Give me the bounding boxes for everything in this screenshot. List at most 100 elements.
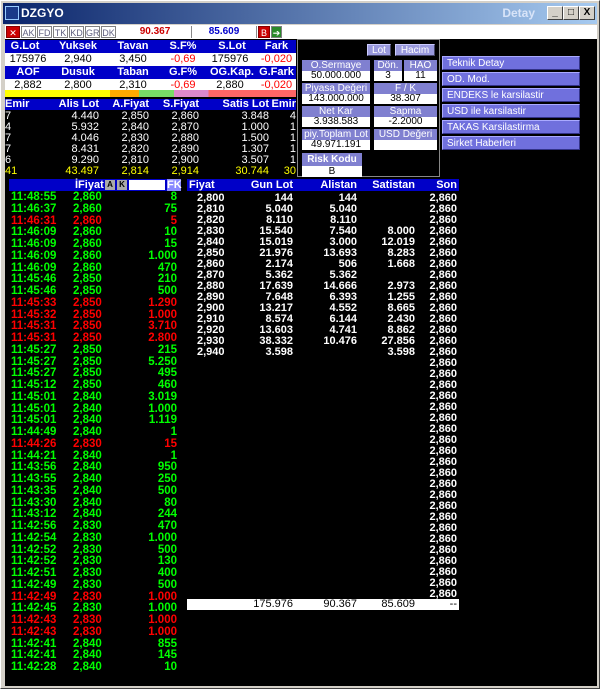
trade-price: 2,830 (73, 520, 102, 532)
trade-lot: 855 (157, 637, 177, 650)
trade-time: 11:42:52 (11, 555, 57, 568)
menu-item[interactable]: ENDEKS le karsilastir (442, 88, 580, 102)
trade-lot: 145 (157, 649, 177, 662)
trade-lot: 5 (170, 214, 177, 227)
son-row: 2,860 (187, 534, 459, 545)
tab-tk[interactable]: TK (53, 26, 68, 38)
tab-ak[interactable]: AK (21, 26, 36, 38)
close-icon[interactable]: ✕ (6, 26, 20, 38)
lot-button[interactable]: Lot (367, 44, 391, 56)
depth-col-satislot: Satis Lot (222, 98, 269, 110)
tab-kd[interactable]: KD (69, 26, 84, 38)
maximize-button[interactable]: □ (563, 6, 579, 20)
trade-row: 11:44:49 2,840 1 (9, 426, 181, 438)
b-button[interactable]: B (258, 26, 270, 38)
trade-lot: 1.290 (148, 296, 177, 309)
tab-fd[interactable]: FD (37, 26, 52, 38)
value-tavan: 3,450 (119, 53, 147, 65)
summary-row-1: 175976 2,940 3,450 -0,69 175976 -0,020 (5, 53, 296, 66)
label-dusuk: Dusuk (61, 66, 95, 78)
trade-time: 11:46:09 (11, 226, 57, 239)
trade-price: 2,860 (73, 226, 102, 239)
trade-lot: 495 (157, 367, 177, 380)
price-range-bar (5, 90, 296, 97)
close-button[interactable]: X (579, 6, 595, 20)
depth-header: Emir Alis Lot A.Fiyat S.Fiyat Satis Lot … (5, 99, 296, 110)
son-row: 2,860 (187, 215, 459, 226)
menu-item[interactable]: USD ile karsilastir (442, 104, 580, 118)
trade-price: 2,830 (73, 437, 102, 450)
minimize-button[interactable]: _ (547, 6, 563, 20)
label-slot: S.Lot (218, 40, 246, 52)
a-button[interactable]: A (105, 180, 115, 190)
trade-row: 11:46:09 2,860 15 (9, 238, 181, 250)
son-row: 2,860 (187, 237, 459, 248)
trade-time: 11:45:01 (11, 402, 57, 415)
trade-row: 11:42:45 2,830 1.000 (9, 602, 181, 614)
title-bar[interactable]: DZGYO Detay _ □ X (3, 3, 597, 24)
son-row: 2,860 (187, 435, 459, 446)
trade-lot: 8 (170, 191, 177, 203)
price-levels-table: Fiyat Gun Lot Alistan Satistan Son 2,800… (187, 177, 459, 686)
fk-button[interactable]: FK (167, 179, 182, 191)
trade-time: 11:45:33 (11, 296, 57, 309)
trade-price: 2,860 (73, 191, 102, 203)
stats-panel: Lot Hacim O.Sermaye 50.000.000 Dön. 3 HA… (297, 39, 440, 177)
son-row: 2,860 (187, 204, 459, 215)
trade-lot: 210 (157, 273, 177, 286)
trade-price: 2,830 (73, 531, 102, 544)
summary-header-2: AOF Dusuk Taban G.F% OG.Kap. G.Fark (5, 66, 296, 79)
trade-lot: 470 (157, 261, 177, 274)
trade-price: 2,850 (73, 367, 102, 380)
trade-lot: 500 (157, 543, 177, 556)
trade-time: 11:42:41 (11, 637, 57, 650)
depth-cell: 2,914 (171, 165, 199, 177)
menu-item[interactable]: Teknik Detay (442, 56, 580, 70)
trade-lot: 10 (164, 661, 177, 673)
trade-time: 11:42:52 (11, 543, 57, 556)
trade-time: 11:43:56 (11, 461, 57, 474)
trade-row: 11:42:28 2,840 10 (9, 661, 181, 673)
tab-dk[interactable]: DK (101, 26, 116, 38)
arrow-right-icon[interactable]: ➔ (271, 26, 282, 38)
don-value: 3 (374, 71, 402, 81)
menu-item[interactable]: OD. Mod. (442, 72, 580, 86)
menu-item[interactable]: Sirket Haberleri (442, 136, 580, 150)
hao-value: 11 (404, 71, 437, 81)
trade-lot: 1.000 (148, 614, 177, 626)
trade-time: 11:46:37 (11, 202, 57, 215)
son-row: 2,860 (187, 501, 459, 512)
trade-row: 11:45:33 2,850 1.290 (9, 296, 181, 309)
window-title: DZGYO (21, 6, 64, 20)
tab-gr[interactable]: GR (85, 26, 100, 38)
trade-time: 11:43:35 (11, 484, 57, 497)
trade-row: 11:44:26 2,830 15 (9, 437, 181, 450)
app-window: DZGYO Detay _ □ X ✕ AK FD TK KD GR DK 90… (0, 0, 600, 689)
trade-time: 11:46:31 (11, 214, 57, 227)
trade-price: 2,840 (73, 496, 102, 509)
trades-filter-input[interactable] (129, 180, 165, 190)
satis-total: 85.609 (191, 26, 257, 38)
son-row: 2,860 (187, 402, 459, 413)
trade-row: 11:45:27 2,850 495 (9, 367, 181, 380)
prices-header: Fiyat Gun Lot Alistan Satistan Son (187, 179, 459, 191)
hacim-button[interactable]: Hacim (395, 44, 435, 56)
trade-lot: 460 (157, 379, 177, 391)
fk-value: 38.307 (374, 94, 437, 104)
trade-time: 11:42:49 (11, 590, 57, 603)
depth-col-emir: Emir (5, 98, 30, 110)
trade-lot: 244 (157, 508, 177, 521)
trade-lot: 215 (157, 343, 177, 356)
total-satistan: 85.609 (381, 598, 415, 610)
trade-time: 11:42:56 (11, 520, 57, 532)
main-content: ✕ AK FD TK KD GR DK 90.367 85.609 B ➔ G.… (5, 25, 597, 686)
trade-lot: 500 (157, 484, 177, 497)
sapma-value: -2.2000 (374, 117, 437, 127)
trade-price: 2,830 (73, 555, 102, 568)
menu-item[interactable]: TAKAS Karsilastirma (442, 120, 580, 134)
trade-lot: 15 (164, 238, 177, 250)
trade-row: 11:42:41 2,840 855 (9, 637, 181, 650)
trade-lot: 15 (164, 437, 177, 450)
label-gfark: G.Fark (259, 66, 294, 78)
k-button[interactable]: K (117, 180, 127, 190)
